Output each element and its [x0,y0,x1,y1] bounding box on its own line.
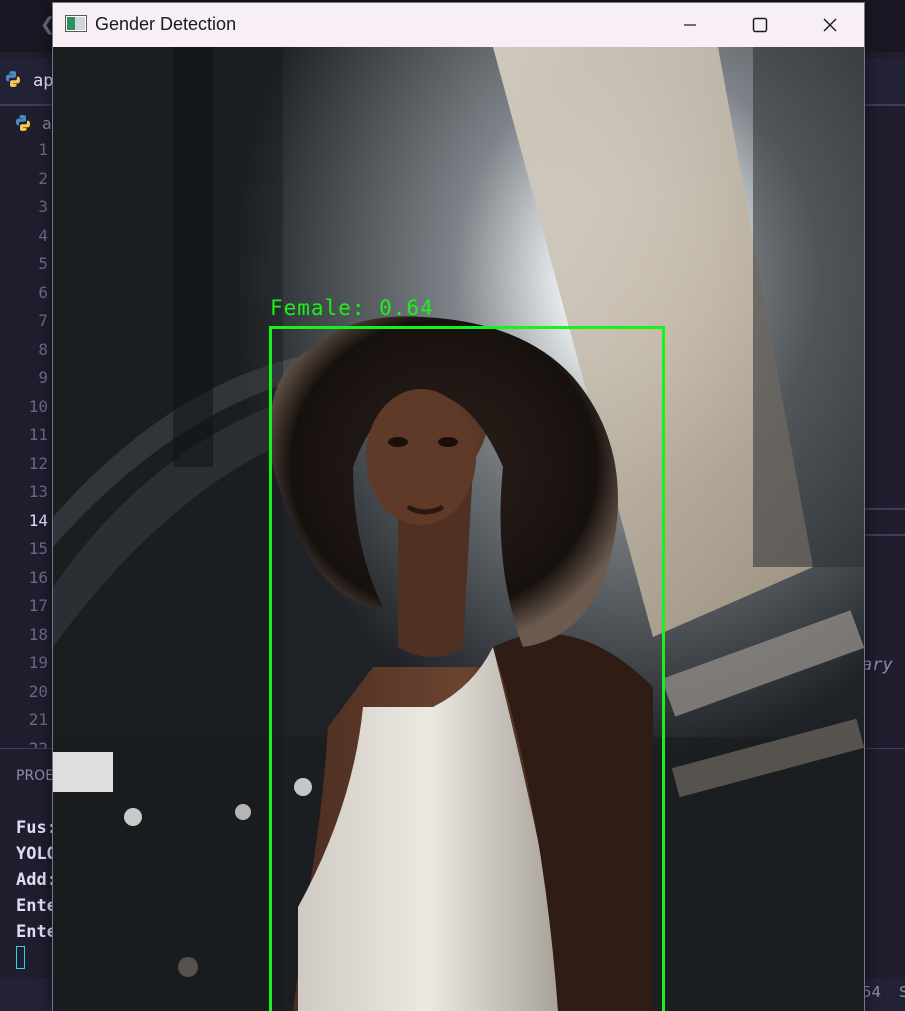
line-number: 8 [38,339,48,359]
detection-image-canvas: Female: 0.64 [53,47,864,1011]
python-file-icon [16,115,30,131]
line-number: 3 [38,197,48,216]
maximize-icon [752,17,768,33]
divider [865,534,905,536]
line-number: 16 [28,567,48,587]
minimize-button[interactable] [655,3,725,47]
line-number: 15 [28,539,48,558]
line-number: 12 [28,453,48,473]
python-file-icon [6,71,20,87]
app-window-icon [65,15,87,32]
terminal-cursor[interactable] [16,946,25,969]
editor-tab-label[interactable]: ap [33,71,53,91]
line-number: 4 [38,225,48,245]
gender-detection-window: Gender Detection Female: 0.64 [52,2,865,1011]
close-icon [823,18,837,32]
terminal-line: YOLO [16,844,57,864]
minimize-icon [684,24,696,26]
window-titlebar[interactable]: Gender Detection [53,3,864,47]
code-fragment: ary [862,655,893,675]
line-number: 1 [38,140,48,159]
line-number: 20 [28,681,48,701]
divider [865,508,905,510]
terminal-line: Add: [16,870,57,890]
status-item[interactable]: S [899,983,905,1001]
terminal-line: Fus: [16,818,57,838]
detection-label: Female: 0.64 [270,296,434,320]
line-number: 10 [28,396,48,416]
maximize-button[interactable] [725,3,795,47]
line-number: 14 [28,510,48,530]
detection-bounding-box [269,326,665,1011]
line-number: 18 [28,624,48,644]
line-number: 19 [28,653,48,672]
line-number: 13 [28,482,48,501]
terminal-line: Ente [16,922,57,942]
line-number: 11 [28,425,48,444]
breadcrumb[interactable]: a [42,114,52,133]
terminal-line: Ente [16,896,57,916]
panel-tab-problems[interactable]: PROE [16,768,54,784]
line-number: 9 [38,368,48,387]
line-number: 17 [28,596,48,615]
line-number: 6 [38,282,48,302]
line-number: 2 [38,168,48,188]
line-number: 21 [28,710,48,729]
close-button[interactable] [795,3,865,47]
window-title: Gender Detection [95,14,237,34]
line-number: 5 [38,254,48,273]
line-number: 7 [38,311,48,330]
